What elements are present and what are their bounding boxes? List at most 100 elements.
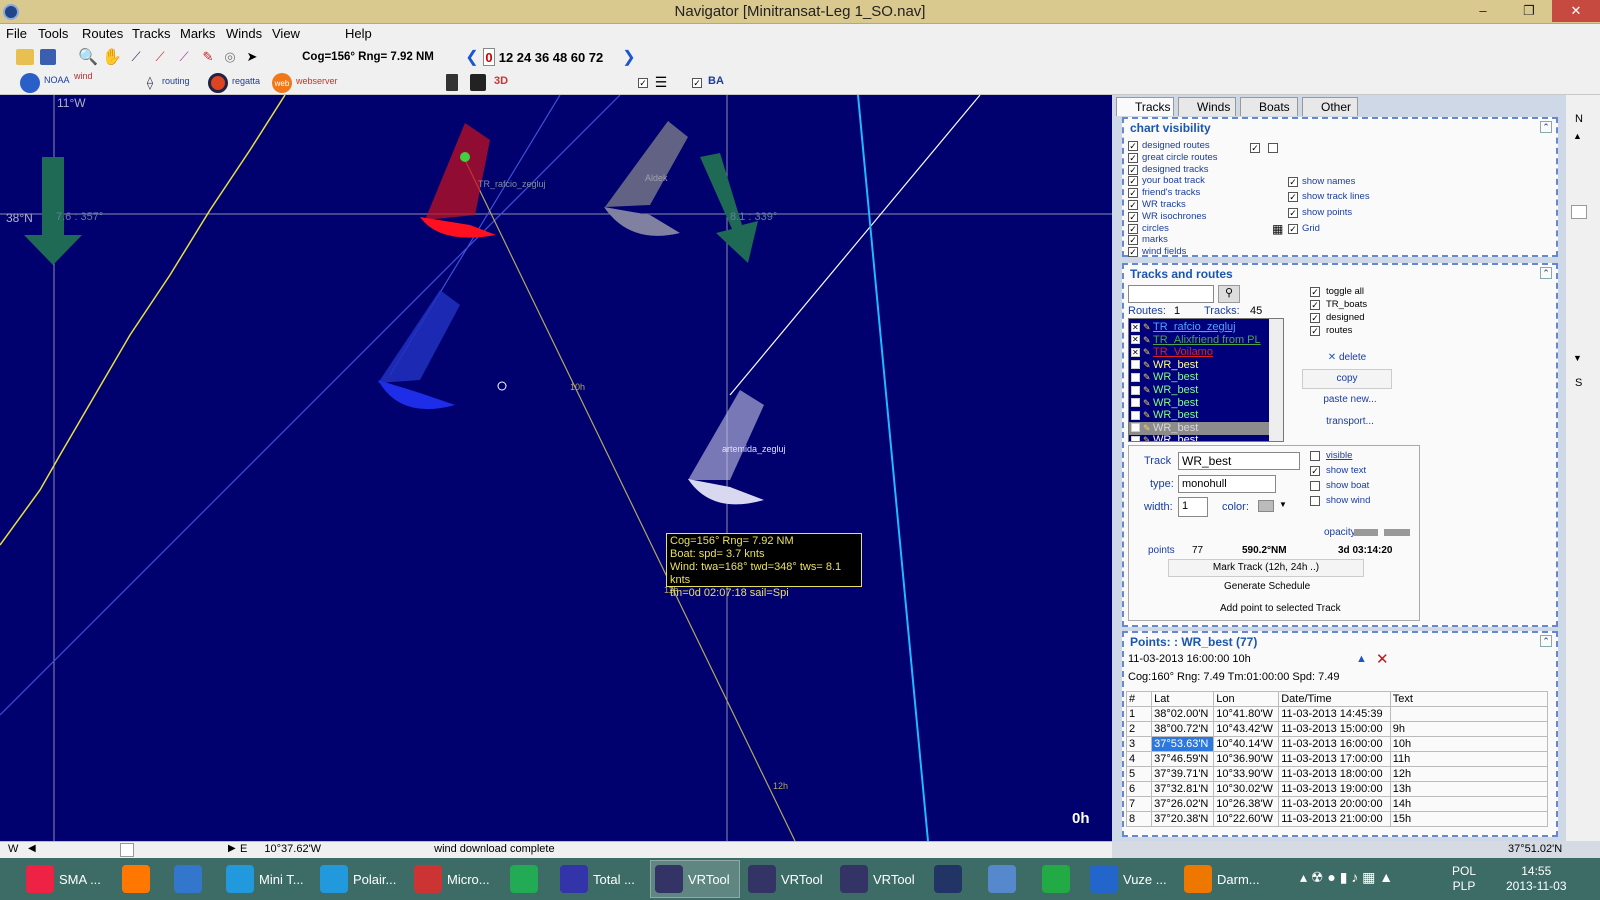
column-header[interactable]: #	[1125, 691, 1153, 707]
noaa-icon[interactable]	[20, 73, 40, 93]
taskbar-app-button[interactable]	[118, 860, 162, 898]
hand-icon[interactable]: ✋	[102, 47, 122, 67]
noaa-label[interactable]: NOAA	[44, 75, 70, 85]
grid-checkbox[interactable]: ✓	[1288, 224, 1298, 234]
type-select[interactable]: monohull	[1178, 475, 1276, 493]
track-list-item[interactable]: ✎ WR_best	[1129, 371, 1281, 384]
ba-label[interactable]: BA	[708, 75, 724, 87]
track-visible-checkbox[interactable]	[1131, 423, 1140, 433]
track-search-input[interactable]	[1128, 285, 1214, 303]
hour-60[interactable]: 60	[570, 48, 586, 66]
track-list-item[interactable]: ✎ WR_best	[1129, 409, 1281, 422]
track-visible-checkbox[interactable]	[1131, 435, 1140, 441]
width-stepper[interactable]: 1	[1178, 497, 1208, 517]
visibility-checkbox[interactable]: ✓	[1128, 164, 1138, 175]
track-option-checkbox[interactable]	[1310, 481, 1320, 491]
white-boat-icon[interactable]	[688, 390, 764, 480]
taskbar-app-button[interactable]	[1038, 860, 1082, 898]
visibility-checkbox[interactable]: ✓	[1128, 223, 1138, 234]
hour-12[interactable]: 12	[498, 48, 514, 66]
white-route-line[interactable]	[729, 95, 981, 396]
color-swatch[interactable]	[1258, 500, 1274, 512]
draw-route-icon[interactable]: ⟋	[150, 47, 170, 67]
table-row[interactable]: 5 37°39.71'N 10°33.90'W 11-03-2013 18:00:00…	[1125, 766, 1549, 782]
track-list-item[interactable]: ✎ WR_best	[1129, 359, 1281, 372]
prev-arrow-icon[interactable]: ❮	[465, 48, 479, 66]
toggle-checkbox[interactable]: ✓	[1310, 326, 1320, 336]
visibility-checkbox[interactable]: ✓	[1128, 188, 1138, 199]
visibility-checkbox[interactable]: ✓	[1128, 200, 1138, 210]
up-arrow-icon[interactable]: ▲	[1356, 653, 1367, 665]
track-option-checkbox[interactable]: ✓	[1310, 466, 1320, 476]
collapse-icon[interactable]: ⌃	[1540, 267, 1552, 279]
show-points-checkbox[interactable]: ✓	[1288, 208, 1298, 218]
routing-icon[interactable]: ⟠	[140, 73, 160, 93]
table-row[interactable]: 1 38°02.00'N 10°41.80'W 11-03-2013 14:45:39	[1125, 706, 1549, 722]
menu-routes[interactable]: Routes	[82, 26, 123, 41]
draw-track-icon[interactable]: ⟋	[174, 47, 194, 67]
track-list[interactable]: ✕ ✎ TR_rafcio_zegluj ✕ ✎ TR_Alixfriend from…	[1128, 318, 1284, 442]
boat-position-icon[interactable]	[460, 152, 470, 162]
menu-tracks[interactable]: Tracks	[132, 26, 171, 41]
visibility-checkbox[interactable]: ✓	[1128, 211, 1138, 222]
column-header[interactable]: Lat	[1151, 691, 1215, 707]
regatta-label[interactable]: regatta	[232, 76, 260, 86]
menu-marks[interactable]: Marks	[180, 26, 215, 41]
open-folder-icon[interactable]	[16, 49, 34, 65]
opacity-slider-a[interactable]	[1354, 529, 1378, 536]
next-arrow-icon[interactable]: ❯	[622, 48, 636, 66]
track-visible-checkbox[interactable]: ✕	[1131, 335, 1140, 345]
hour-36[interactable]: 36	[534, 48, 550, 66]
table-row[interactable]: 4 37°46.59'N 10°36.90'W 11-03-2013 17:00:00…	[1125, 751, 1549, 767]
track-list-scrollbar[interactable]	[1269, 319, 1283, 441]
visibility-checkbox[interactable]: ✓	[1128, 141, 1138, 151]
three-d-button[interactable]: 3D	[494, 75, 508, 87]
track-list-item[interactable]: ✕ ✎ TR_Alixfriend from PL	[1129, 334, 1281, 347]
track-visible-checkbox[interactable]	[1131, 398, 1140, 408]
taskbar-app-button[interactable]: Polair...	[316, 860, 406, 898]
webserver-label[interactable]: webserver	[296, 76, 338, 86]
wind-label[interactable]: wind	[74, 72, 93, 81]
pointer-icon[interactable]: ➤	[244, 47, 260, 67]
track-list-item[interactable]: ✎ WR_best	[1129, 397, 1281, 410]
table-row[interactable]: 2 38°00.72'N 10°43.42'W 11-03-2013 15:00:00…	[1125, 721, 1549, 737]
tray-icons[interactable]: ▴ ☢ ● ▮ ♪ ▦ ▲	[1300, 870, 1393, 885]
taskbar-app-button[interactable]: Darm...	[1180, 860, 1270, 898]
track-list-item[interactable]: ✎ WR_best	[1129, 384, 1281, 397]
taskbar-app-button[interactable]: SMA ...	[22, 860, 112, 898]
scroll-down-icon[interactable]: ▼	[1573, 353, 1582, 363]
visibility-checkbox[interactable]: ✓	[1128, 235, 1138, 246]
gray-boat-icon[interactable]	[605, 121, 688, 207]
table-row[interactable]: 6 37°32.81'N 10°30.02'W 11-03-2013 19:00:00…	[1125, 781, 1549, 797]
track-option-checkbox[interactable]	[1310, 451, 1320, 461]
track-option-checkbox[interactable]	[1310, 496, 1320, 506]
table-row[interactable]: 3 37°53.63'N 10°40.14'W 11-03-2013 16:00:00…	[1125, 736, 1549, 752]
target-icon[interactable]: ◎	[220, 47, 240, 67]
tab-winds[interactable]: Winds	[1178, 97, 1236, 116]
taskbar-app-button[interactable]	[930, 860, 974, 898]
track-list-item[interactable]: ✎ WR_best	[1129, 434, 1281, 441]
track-visible-checkbox[interactable]	[1131, 385, 1140, 395]
transport-button[interactable]: transport...	[1302, 413, 1398, 431]
ruler-icon[interactable]: ⟋	[126, 47, 146, 67]
copy-button[interactable]: copy	[1302, 369, 1392, 389]
routing-label[interactable]: routing	[162, 76, 190, 86]
tab-boats[interactable]: Boats	[1240, 97, 1298, 116]
language-indicator[interactable]: POL PLP	[1452, 864, 1476, 894]
toggle-checkbox[interactable]: ✓	[1310, 300, 1320, 310]
pen-icon[interactable]: ✎	[198, 47, 218, 67]
track-list-item[interactable]: ✕ ✎ TR_Voilamo	[1129, 346, 1281, 359]
save-icon[interactable]	[40, 49, 56, 65]
taskbar-app-button[interactable]: Micro...	[410, 860, 500, 898]
hour-48[interactable]: 48	[552, 48, 568, 66]
visibility-checkbox[interactable]: ✓	[1128, 176, 1138, 187]
regatta-icon[interactable]	[208, 73, 228, 93]
track-visible-checkbox[interactable]	[1131, 410, 1140, 420]
taskbar-app-button[interactable]: Mini T...	[222, 860, 312, 898]
zoom-icon[interactable]: 🔍	[78, 47, 98, 67]
taskbar-app-button[interactable]	[506, 860, 550, 898]
opacity-slider-b[interactable]	[1384, 529, 1410, 536]
close-button[interactable]: ✕	[1552, 0, 1600, 22]
taskbar-app-button[interactable]: VRTool	[744, 860, 834, 898]
layers-checkbox[interactable]: ✓	[638, 78, 648, 88]
